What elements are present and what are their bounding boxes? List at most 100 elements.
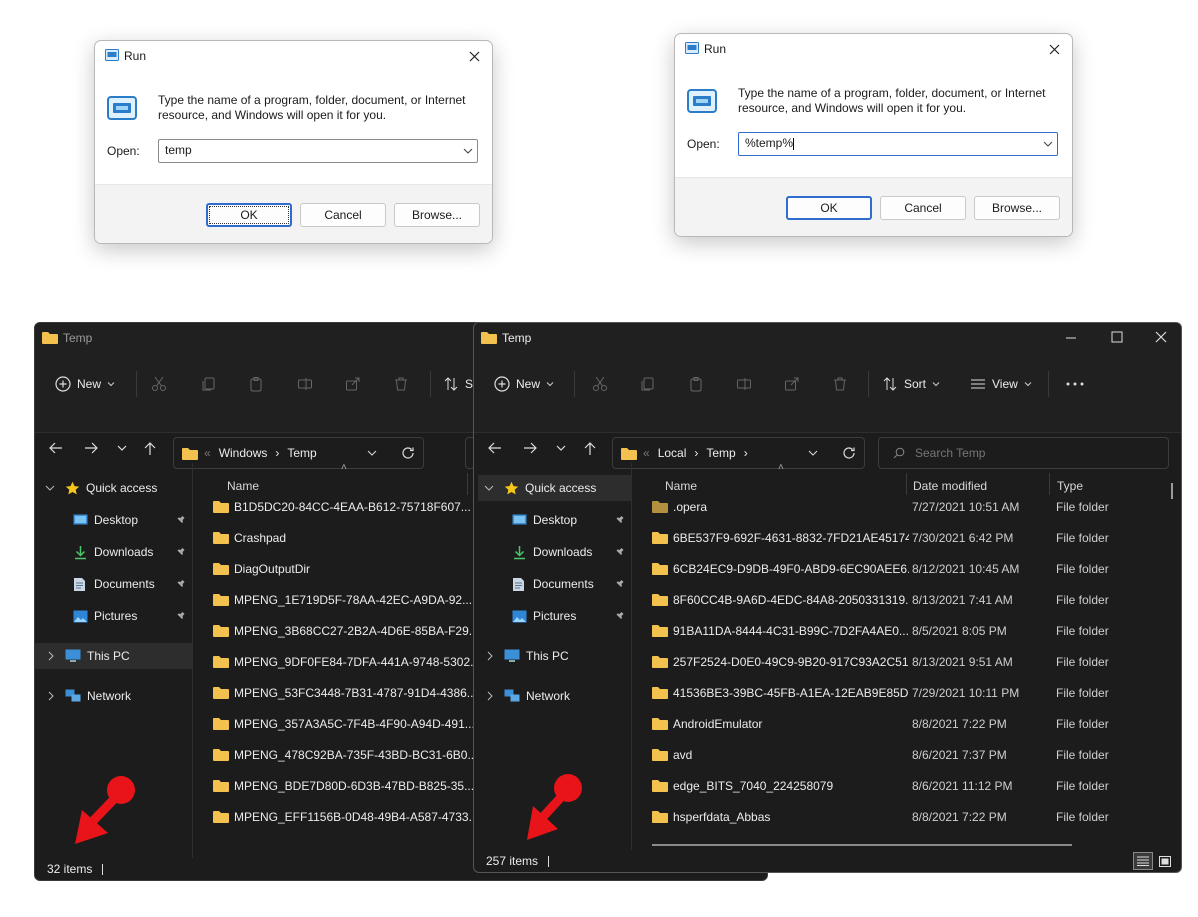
large-icons-view-icon[interactable] <box>1155 852 1175 870</box>
sidebar-item-downloads[interactable]: Downloads <box>35 539 192 565</box>
breadcrumb-separator-icon: › <box>743 446 748 460</box>
minimize-icon[interactable] <box>1065 333 1077 343</box>
sidebar-item-network[interactable]: Network <box>35 683 192 709</box>
quick-access-label: Quick access <box>525 481 597 495</box>
rename-button[interactable] <box>297 371 313 397</box>
paste-button[interactable] <box>688 371 704 397</box>
sidebar-item-network[interactable]: Network <box>474 683 631 709</box>
paste-button[interactable] <box>248 371 264 397</box>
chevron-down-icon[interactable] <box>1043 139 1053 149</box>
browse-button[interactable]: Browse... <box>394 203 480 227</box>
sidebar-item-this-pc[interactable]: This PC <box>35 643 192 669</box>
forward-arrow-icon[interactable] <box>523 442 537 454</box>
table-row[interactable]: MPENG_53FC3448-7B31-4787-91D4-4386... <box>213 677 477 708</box>
download-icon <box>73 545 88 560</box>
expand-chevron-icon[interactable] <box>486 691 494 701</box>
close-icon[interactable] <box>1044 39 1064 59</box>
breadcrumb-item[interactable]: Local <box>658 446 687 460</box>
run-program-icon <box>687 89 717 113</box>
table-row[interactable]: MPENG_357A3A5C-7F4B-4F90-A94D-491... <box>213 708 475 739</box>
cut-button[interactable] <box>592 371 608 397</box>
up-arrow-icon[interactable] <box>584 442 596 456</box>
ok-button[interactable]: OK <box>786 196 872 220</box>
rename-button[interactable] <box>736 371 752 397</box>
table-row[interactable]: 8F60CC4B-9A6D-4EDC-84A8-2050331319... 8/1… <box>652 584 1169 615</box>
table-row[interactable]: MPENG_478C92BA-735F-43BD-BC31-6B0... <box>213 739 477 770</box>
maximize-icon[interactable] <box>1111 331 1123 343</box>
table-row[interactable]: MPENG_1E719D5F-78AA-42EC-A9DA-92... <box>213 584 472 615</box>
cut-button[interactable] <box>151 371 167 397</box>
sidebar-item-pictures[interactable]: Pictures <box>35 603 192 629</box>
quick-access-item[interactable]: Quick access <box>478 475 631 501</box>
open-input[interactable]: %temp% <box>738 132 1058 156</box>
sidebar-item-documents[interactable]: Documents <box>474 571 631 597</box>
back-arrow-icon[interactable] <box>488 442 502 454</box>
cancel-button[interactable]: Cancel <box>300 203 386 227</box>
sidebar-item-pictures[interactable]: Pictures <box>474 603 631 629</box>
sort-button[interactable]: S <box>443 371 473 397</box>
table-row[interactable]: Crashpad <box>213 522 286 553</box>
expand-chevron-icon[interactable] <box>45 483 55 493</box>
horizontal-scrollbar[interactable] <box>652 844 1072 846</box>
recent-chevron-icon[interactable] <box>556 442 566 454</box>
expand-chevron-icon[interactable] <box>47 651 55 661</box>
more-options-button[interactable] <box>1066 371 1084 397</box>
new-button[interactable]: New <box>494 371 554 397</box>
sidebar-item-desktop[interactable]: Desktop <box>35 507 192 533</box>
refresh-icon[interactable] <box>401 446 415 460</box>
sidebar-item-desktop[interactable]: Desktop <box>474 507 631 533</box>
breadcrumb-item[interactable]: Windows <box>219 446 268 460</box>
table-row[interactable]: MPENG_3B68CC27-2B2A-4D6E-85BA-F29... <box>213 615 479 646</box>
expand-chevron-icon[interactable] <box>47 691 55 701</box>
chevron-down-icon[interactable] <box>808 449 818 457</box>
table-row[interactable]: edge_BITS_7040_224258079 8/6/2021 11:12 P… <box>652 770 1169 801</box>
browse-button[interactable]: Browse... <box>974 196 1060 220</box>
table-row[interactable]: 6BE537F9-692F-4631-8832-7FD21AE45174 7/30… <box>652 522 1169 553</box>
table-row[interactable]: MPENG_EFF1156B-0D48-49B4-A587-4733... <box>213 801 479 832</box>
chevron-down-icon[interactable] <box>367 449 377 457</box>
table-row[interactable]: hsperfdata_Abbas 8/8/2021 7:22 PM File fol… <box>652 801 1169 832</box>
table-row[interactable]: B1D5DC20-84CC-4EAA-B612-75718F607... <box>213 491 471 522</box>
back-arrow-icon[interactable] <box>49 442 63 454</box>
sidebar-item-this-pc[interactable]: This PC <box>474 643 631 669</box>
share-button[interactable] <box>784 371 800 397</box>
search-input[interactable] <box>915 446 1135 460</box>
table-row[interactable]: 91BA11DA-8444-4C31-B99C-7D2FA4AE0... 8/5/… <box>652 615 1169 646</box>
refresh-icon[interactable] <box>842 446 856 460</box>
quick-access-item[interactable]: Quick access <box>35 475 192 501</box>
table-row[interactable]: DiagOutputDir <box>213 553 310 584</box>
breadcrumb-item[interactable]: Temp <box>706 446 735 460</box>
chevron-down-icon[interactable] <box>463 146 473 156</box>
recent-chevron-icon[interactable] <box>117 442 127 454</box>
breadcrumb-item[interactable]: Temp <box>287 446 316 460</box>
share-button[interactable] <box>345 371 361 397</box>
table-row[interactable]: 6CB24EC9-D9DB-49F0-ABD9-6EC90AEE6... 8/12… <box>652 553 1169 584</box>
table-row[interactable]: avd 8/6/2021 7:37 PM File folder <box>652 739 1169 770</box>
expand-chevron-icon[interactable] <box>486 651 494 661</box>
table-row[interactable]: MPENG_BDE7D80D-6D3B-47BD-B825-35... <box>213 770 474 801</box>
copy-button[interactable] <box>640 371 656 397</box>
vertical-scrollbar[interactable] <box>1171 483 1173 499</box>
sidebar-item-downloads[interactable]: Downloads <box>474 539 631 565</box>
table-row[interactable]: MPENG_9DF0FE84-7DFA-441A-9748-5302... <box>213 646 480 677</box>
table-row[interactable]: 41536BE3-39BC-45FB-A1EA-12EAB9E85D67 7/29… <box>652 677 1169 708</box>
forward-arrow-icon[interactable] <box>84 442 98 454</box>
up-arrow-icon[interactable] <box>144 442 156 456</box>
table-row[interactable]: 257F2524-D0E0-49C9-9B20-917C93A2C51B 8/13… <box>652 646 1169 677</box>
delete-button[interactable] <box>393 371 409 397</box>
copy-button[interactable] <box>201 371 217 397</box>
table-row[interactable]: AndroidEmulator 8/8/2021 7:22 PM File fold… <box>652 708 1169 739</box>
details-view-icon[interactable] <box>1133 852 1153 870</box>
open-input[interactable]: temp <box>158 139 478 163</box>
sidebar-item-documents[interactable]: Documents <box>35 571 192 597</box>
delete-button[interactable] <box>832 371 848 397</box>
table-row[interactable]: .opera 7/27/2021 10:51 AM File folder <box>652 491 1169 522</box>
sort-button[interactable]: Sort <box>882 371 940 397</box>
close-icon[interactable] <box>464 46 484 66</box>
expand-chevron-icon[interactable] <box>484 483 494 493</box>
view-button[interactable]: View <box>970 371 1032 397</box>
ok-button[interactable]: OK <box>206 203 292 227</box>
cancel-button[interactable]: Cancel <box>880 196 966 220</box>
new-button[interactable]: New <box>55 371 115 397</box>
close-icon[interactable] <box>1155 331 1167 343</box>
